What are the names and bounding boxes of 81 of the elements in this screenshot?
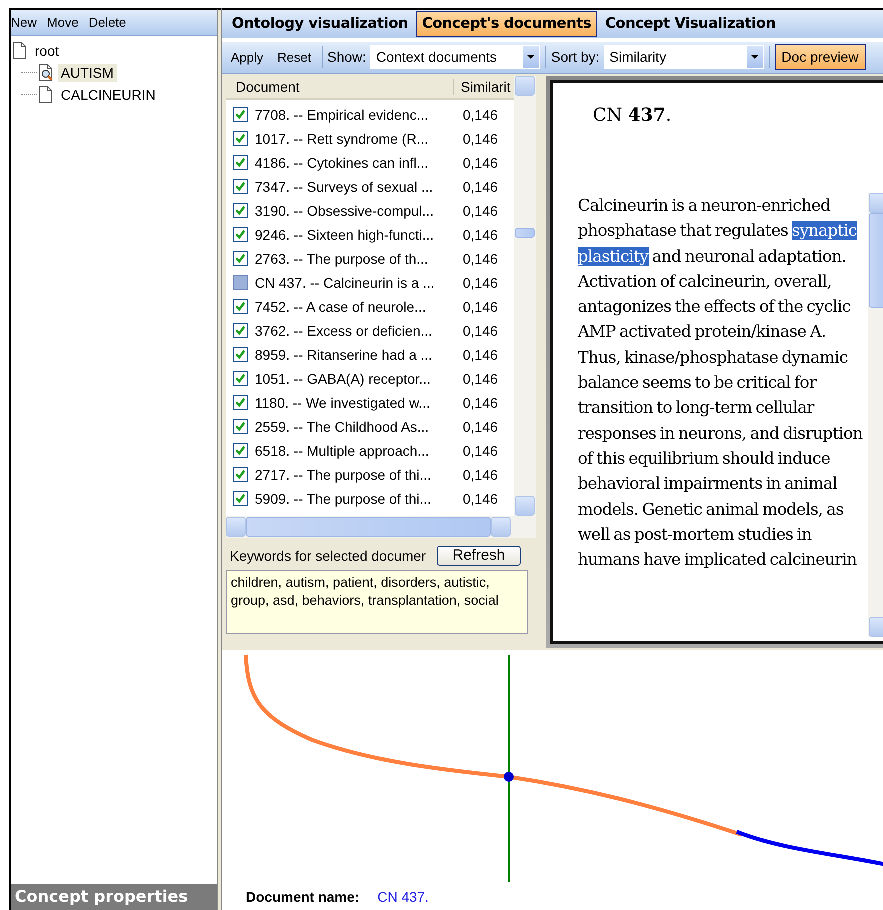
table-cell-text: 0,146 <box>462 226 498 243</box>
table-cell-text: 0,146 <box>462 106 498 123</box>
checkbox[interactable] <box>233 419 248 434</box>
toolbar-button[interactable]: Apply <box>226 46 269 68</box>
table-cell-text: 2763. -- The purpose of th... <box>254 250 430 267</box>
table-cell-text: 1017. -- Rett syndrome (R... <box>254 130 430 147</box>
checkbox[interactable] <box>233 443 248 458</box>
document-name-label: Document name: <box>246 889 360 906</box>
table-cell-text: 0,146 <box>462 274 498 291</box>
toolbar-button[interactable]: New <box>11 12 42 34</box>
table-cell-text: 7708. -- Empirical evidenc... <box>254 106 430 123</box>
table-cell-text: 1180. -- We investigated w... <box>254 394 432 411</box>
table-cell-text: 0,146 <box>462 322 498 339</box>
tab[interactable]: Concept Visualization <box>599 10 782 37</box>
tab[interactable]: Concept's documents <box>416 10 598 37</box>
table-cell-text: 1051. -- GABA(A) receptor... <box>254 370 432 387</box>
table-cell-text: 0,146 <box>462 154 498 171</box>
table-cell-text: 0,146 <box>462 250 498 267</box>
checkbox[interactable] <box>233 467 248 482</box>
checkbox[interactable] <box>233 203 248 218</box>
scrollbar[interactable] <box>226 516 536 538</box>
table-cell-text: 2717. -- The purpose of thi... <box>254 466 432 483</box>
toolbar-button[interactable]: Delete <box>84 12 132 34</box>
refresh-button[interactable]: Refresh <box>437 546 521 566</box>
table-cell-text: 0,146 <box>462 298 498 315</box>
table-cell-text: 0,146 <box>462 370 498 387</box>
checkbox[interactable] <box>233 299 248 314</box>
tree-item[interactable]: AUTISM <box>58 64 117 82</box>
toolbar-button[interactable]: Move <box>42 12 84 34</box>
column-header[interactable]: Document <box>226 78 454 95</box>
table-cell-text: 2559. -- The Childhood As... <box>254 418 430 435</box>
tree-item[interactable]: root <box>32 42 62 60</box>
document-name-value: CN 437. <box>378 889 429 906</box>
dropdown[interactable]: Context documents <box>370 45 540 70</box>
table-cell-text: 0,146 <box>462 346 498 363</box>
checkbox[interactable] <box>233 107 248 122</box>
checkbox[interactable] <box>233 347 248 362</box>
table-cell-text: 0,146 <box>462 490 498 507</box>
table-cell-text: 8959. -- Ritanserine had a ... <box>254 346 434 363</box>
sort-label: Sort by: <box>551 49 600 66</box>
tree-item[interactable]: CALCINEURIN <box>58 86 159 104</box>
document-text: Calcineurin is a neuron-enriched phosphatase that regulates synaptic plasticity and neuronal adaptation. Activation of calcineurin, overall, antagonizes the effects of the cyclic AMP activated protein/kinase A. Thus, kinase/phosphatase dynamic balance seems to be critical for transition to long-term cellular responses in neurons, and disruption of this equilibrium should induce behavioral impairments in animal models. Genetic animal models, as well as post-mortem studies in humans have implicated calcineurin <box>576 194 864 572</box>
panel-header: Concept properties <box>11 884 217 910</box>
checkbox[interactable] <box>233 371 248 386</box>
table-cell-text: 0,146 <box>462 394 498 411</box>
table-cell-text: 4186. -- Cytokines can infl... <box>254 154 430 171</box>
scrollbar[interactable] <box>514 76 536 516</box>
checkbox[interactable] <box>233 179 248 194</box>
checkbox[interactable] <box>233 227 248 242</box>
document-search-icon <box>37 64 55 82</box>
table-cell-text: 6518. -- Multiple approach... <box>254 442 430 459</box>
show-label: Show: <box>328 49 366 66</box>
checkbox[interactable] <box>233 131 248 146</box>
table-cell-text: CN 437. -- Calcineurin is a ... <box>254 274 436 291</box>
checkbox[interactable] <box>233 491 248 506</box>
table-cell-text: 7347. -- Surveys of sexual ... <box>254 178 434 195</box>
table-cell-text: 0,146 <box>462 466 498 483</box>
table-cell-text: 3762. -- Excess or deficien... <box>254 322 434 339</box>
dropdown[interactable]: Similarity <box>604 45 764 70</box>
document-icon <box>37 86 55 104</box>
table-cell-text: 0,146 <box>462 178 498 195</box>
table-cell-text: 3190. -- Obsessive-compul... <box>254 202 435 219</box>
table-cell-text: 5909. -- The purpose of thi... <box>254 490 432 507</box>
checkbox[interactable] <box>233 323 248 338</box>
table-cell-text: 0,146 <box>462 418 498 435</box>
table-cell-text: 0,146 <box>462 442 498 459</box>
keywords-text: children, autism, patient, disorders, autistic, group, asd, behaviors, transplantation, social <box>226 570 528 634</box>
checkbox[interactable] <box>233 251 248 266</box>
column-header[interactable]: Similarit <box>454 78 511 95</box>
keywords-label: Keywords for selected documer <box>229 548 428 564</box>
checkbox[interactable] <box>233 395 248 410</box>
document-title: CN 437. <box>592 104 673 128</box>
preview-button[interactable]: Doc preview <box>774 44 866 70</box>
tab[interactable]: Ontology visualization <box>226 10 414 37</box>
table-cell-text: 0,146 <box>462 202 498 219</box>
toolbar-button[interactable]: Reset <box>272 46 316 68</box>
checkbox[interactable] <box>233 275 248 290</box>
table-cell-text: 7452. -- A case of neurole... <box>254 298 428 315</box>
table-cell-text: 9246. -- Sixteen high-functi... <box>254 226 435 243</box>
checkbox[interactable] <box>233 155 248 170</box>
table-cell-text: 0,146 <box>462 130 498 147</box>
